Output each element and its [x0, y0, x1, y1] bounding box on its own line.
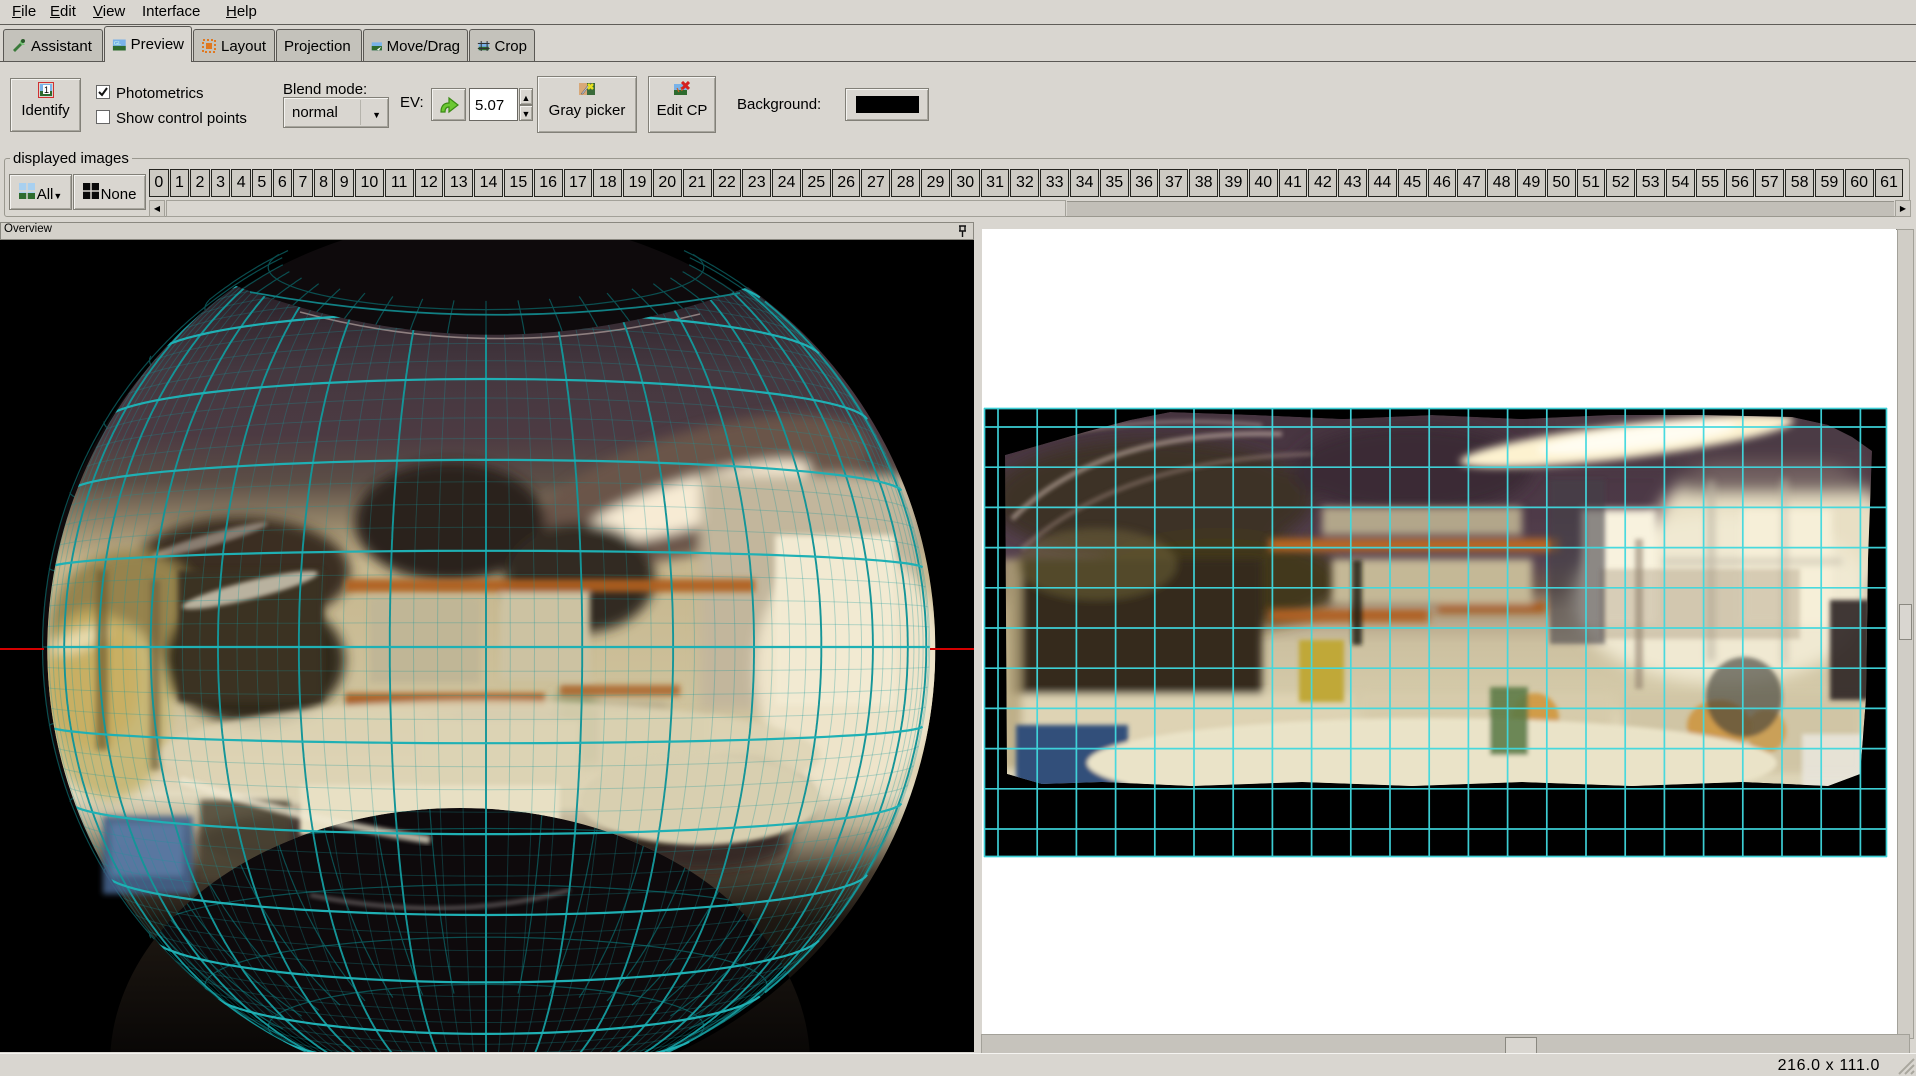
- svg-text:1: 1: [44, 85, 49, 95]
- svg-text:GL: GL: [114, 41, 121, 47]
